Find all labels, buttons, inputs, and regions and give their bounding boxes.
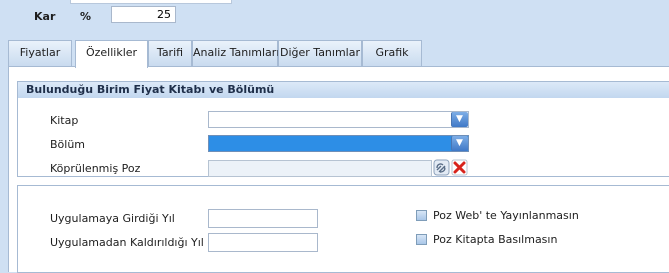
girdi-label: Uygulamaya Girdiği Yıl — [50, 212, 175, 225]
kaldirildi-year-input[interactable] — [208, 233, 318, 252]
kaldirildi-label: Uygulamadan Kaldırıldığı Yıl — [50, 236, 204, 249]
book-section-group: Bulunduğu Birim Fiyat Kitabı ve Bölümü K… — [17, 81, 669, 177]
tab-tarifi[interactable]: Tarifi — [148, 40, 192, 66]
chevron-down-icon[interactable]: ▼ — [451, 112, 468, 127]
kar-label: Kar — [34, 10, 56, 23]
bolum-label: Bölüm — [50, 138, 86, 151]
poz-label: Köprülenmiş Poz — [50, 162, 141, 175]
girdi-year-input[interactable] — [208, 209, 318, 228]
top-field-fragment — [70, 0, 232, 4]
tab-grafik[interactable]: Grafik — [362, 40, 422, 66]
book-print-checkbox[interactable] — [416, 234, 427, 245]
tab-strip: Fiyatlar Özellikler Tarifi Analiz Tanıml… — [8, 40, 669, 68]
kitap-label: Kitap — [50, 114, 79, 127]
delete-icon[interactable] — [451, 159, 468, 176]
tab-label: Grafik — [375, 46, 409, 59]
tab-label: Fiyatlar — [19, 46, 61, 59]
kitap-combo[interactable]: ▼ — [208, 111, 469, 128]
bolum-combo[interactable]: ▼ — [208, 135, 469, 152]
tab-diger-tanimlar[interactable]: Diğer Tanımlar — [278, 40, 362, 66]
percent-label: % — [80, 10, 92, 23]
book-print-label[interactable]: Poz Kitapta Basılmasın — [433, 233, 557, 246]
tab-label: Analiz Tanımları — [193, 46, 280, 59]
tab-fiyatlar[interactable]: Fiyatlar — [8, 40, 72, 66]
year-section-group: Uygulamaya Girdiği Yıl Uygulamadan Kaldı… — [17, 185, 669, 273]
kar-input[interactable] — [111, 6, 176, 23]
tab-label: Tarifi — [156, 46, 184, 59]
tab-analiz-tanimlari[interactable]: Analiz Tanımları — [192, 40, 280, 66]
book-section-title: Bulunduğu Birim Fiyat Kitabı ve Bölümü — [18, 82, 669, 98]
link-icon[interactable] — [433, 159, 450, 176]
web-publish-checkbox[interactable] — [416, 210, 427, 221]
tab-panel-ozellikler: Bulunduğu Birim Fiyat Kitabı ve Bölümü K… — [8, 66, 669, 273]
kopru-poz-field[interactable] — [208, 160, 432, 177]
tab-ozellikler[interactable]: Özellikler — [75, 40, 148, 68]
chevron-down-icon[interactable]: ▼ — [451, 136, 468, 151]
tab-label: Özellikler — [85, 46, 138, 59]
web-publish-label[interactable]: Poz Web' te Yayınlanmasın — [433, 209, 579, 222]
tab-label: Diğer Tanımlar — [280, 46, 360, 59]
